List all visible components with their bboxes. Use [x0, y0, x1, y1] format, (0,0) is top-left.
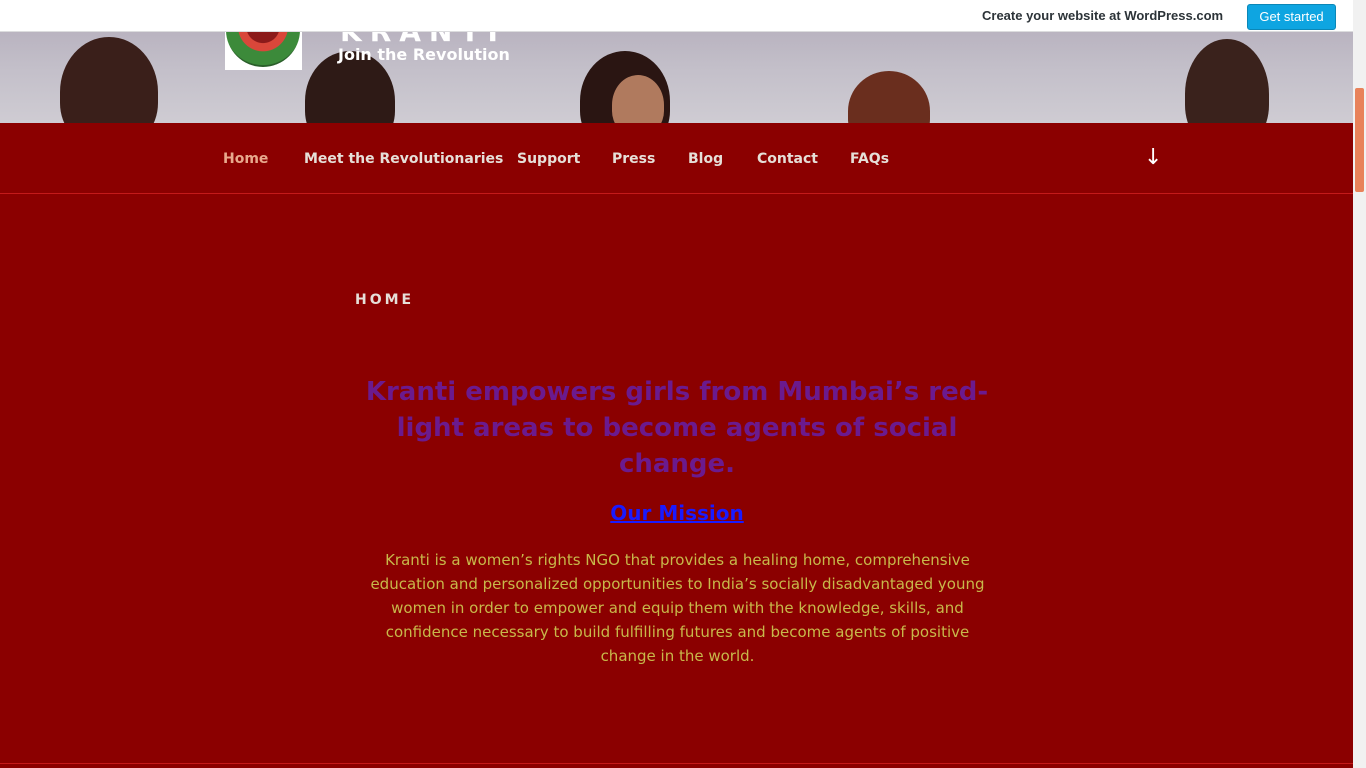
site-tagline: Join the Revolution — [338, 45, 510, 64]
site-logo[interactable] — [225, 31, 302, 70]
nav-item-faqs[interactable]: FAQs — [850, 151, 889, 167]
main-navigation: Home Meet the Revolutionaries Support Pr… — [0, 123, 1353, 194]
nav-item-press[interactable]: Press — [612, 151, 655, 167]
section-divider — [0, 763, 1353, 764]
get-started-button[interactable]: Get started — [1247, 4, 1336, 30]
person-head — [1185, 39, 1269, 123]
page-title: HOME — [355, 292, 415, 308]
mission-paragraph: Kranti is a women’s rights NGO that prov… — [370, 551, 985, 665]
person-head — [60, 37, 158, 123]
wpcom-banner: Create your website at WordPress.com Get… — [0, 0, 1353, 32]
scrollbar[interactable] — [1353, 0, 1366, 768]
header-image: KRANTI Join the Revolution — [0, 31, 1353, 123]
nav-item-support[interactable]: Support — [517, 151, 580, 167]
mission-heading-link[interactable]: Our Mission — [357, 501, 997, 525]
person-head — [848, 71, 930, 123]
nav-item-contact[interactable]: Contact — [757, 151, 818, 167]
nav-item-blog[interactable]: Blog — [688, 151, 723, 167]
nav-item-meet-the-revolutionaries[interactable]: Meet the Revolutionaries — [304, 151, 503, 167]
nav-item-home[interactable]: Home — [223, 151, 268, 167]
create-website-link[interactable]: Create your website at WordPress.com — [982, 8, 1223, 23]
arrow-down-icon[interactable]: ↓ — [1144, 145, 1162, 170]
logo-image — [226, 31, 300, 67]
lead-statement: Kranti empowers girls from Mumbai’s red-… — [365, 377, 989, 479]
scrollbar-thumb[interactable] — [1355, 88, 1364, 192]
